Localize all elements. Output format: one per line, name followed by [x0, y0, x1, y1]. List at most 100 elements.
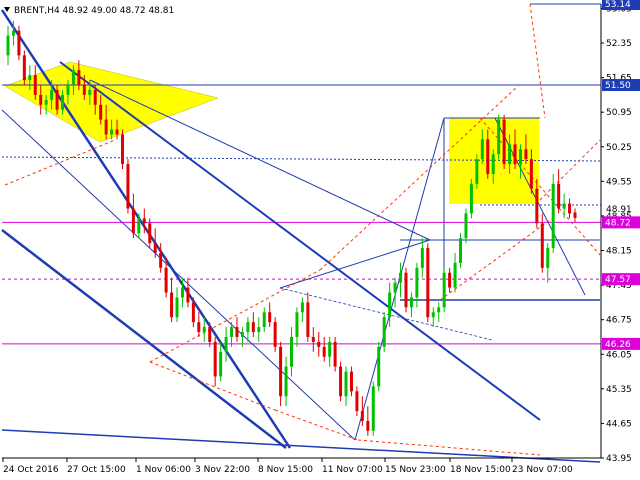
candle-body [453, 262, 457, 288]
x-tick-label: 8 Nov 15:00 [258, 465, 313, 475]
candle-body [371, 386, 375, 431]
candle-body [388, 292, 392, 318]
x-tick-label: 18 Nov 15:00 [450, 465, 511, 475]
candle-body [66, 85, 70, 95]
candle-body [186, 287, 190, 303]
candle-body [17, 30, 21, 56]
candle-body [442, 272, 446, 308]
candle-body [39, 94, 43, 105]
candle-body [120, 134, 124, 165]
candle-body [355, 391, 359, 412]
candle-body [284, 366, 288, 397]
candle-body [77, 70, 81, 86]
y-tick-label: 44.65 [606, 419, 632, 429]
price-level-label: 47.57 [605, 275, 631, 285]
candle-body [459, 238, 463, 263]
y-tick-label: 46.75 [606, 316, 632, 326]
candle-body [115, 129, 119, 135]
candle-body [518, 149, 522, 165]
candle-body [93, 89, 97, 105]
candle-body [208, 327, 212, 342]
candle-body [197, 322, 201, 333]
candle-body [230, 327, 234, 337]
candle-body [393, 282, 397, 293]
candle-body [311, 336, 315, 342]
candle-body [497, 119, 501, 155]
candle-body [464, 213, 468, 239]
candle-body [431, 312, 435, 318]
candle-body [448, 272, 452, 288]
candle-body [524, 149, 528, 160]
candle-body [279, 346, 283, 397]
candle-body [333, 341, 337, 367]
candle-body [240, 332, 244, 337]
candle-body [502, 119, 506, 165]
x-tick-label: 23 Nov 07:00 [512, 465, 573, 475]
candle-body [235, 327, 239, 337]
candle-body [540, 223, 544, 268]
candle-body [257, 327, 261, 333]
candle-body [322, 346, 326, 357]
candle-body [573, 212, 577, 218]
y-tick-label: 45.35 [606, 385, 632, 395]
candle-body [6, 35, 10, 56]
candle-body [268, 312, 272, 323]
candle-body [469, 183, 473, 214]
candle-body [562, 203, 566, 209]
chart-title: BRENT,H4 48.92 49.00 48.72 48.81 [14, 6, 174, 16]
candle-body [61, 94, 65, 110]
candle-body [164, 267, 168, 293]
y-tick-label: 52.35 [606, 39, 632, 49]
candle-body [508, 144, 512, 165]
candle-body [246, 322, 250, 333]
candle-body [535, 188, 539, 224]
candle-body [317, 341, 321, 347]
candle-body [202, 327, 206, 333]
candle-body [175, 297, 179, 318]
candle-body [50, 89, 54, 100]
price-level-label: 46.26 [605, 340, 631, 350]
candle-body [153, 243, 157, 253]
candle-body [437, 307, 441, 313]
y-tick-label: 48.15 [606, 247, 632, 257]
y-tick-label: 46.05 [606, 350, 632, 360]
candle-body [71, 70, 75, 86]
candle-body [415, 267, 419, 298]
candle-body [262, 312, 266, 328]
candle-body [339, 366, 343, 397]
candle-body [328, 341, 332, 357]
y-tick-label: 48.91 [606, 205, 632, 215]
candle-body [404, 272, 408, 308]
x-tick-label: 11 Nov 07:00 [322, 465, 383, 475]
candle-body [377, 346, 381, 387]
candle-body [491, 154, 495, 174]
price-level-label: 51.50 [605, 81, 631, 91]
candle-body [513, 144, 517, 165]
candle-body [142, 218, 146, 224]
candle-body [180, 287, 184, 298]
candle-body [349, 371, 353, 392]
candle-body [224, 336, 228, 352]
candle-body [159, 252, 163, 268]
candle-body [409, 297, 413, 308]
candle-body [366, 420, 370, 431]
candle-body [213, 341, 217, 377]
candle-body [44, 99, 48, 105]
candle-body [55, 89, 59, 110]
candle-body [382, 317, 386, 347]
candle-body [551, 183, 555, 249]
candle-body [11, 30, 15, 36]
candle-body [28, 75, 32, 81]
candle-body [568, 203, 572, 214]
candle-body [88, 89, 92, 95]
candle-body [148, 223, 152, 244]
x-tick-label: 15 Nov 23:00 [385, 465, 446, 475]
candle-body [99, 104, 103, 120]
price-level-label: 48.72 [605, 218, 631, 228]
y-tick-label: 49.55 [606, 177, 632, 187]
x-tick-label: 1 Nov 06:00 [136, 465, 191, 475]
candle-body [546, 248, 550, 268]
y-tick-label: 50.25 [606, 143, 632, 153]
candle-body [273, 322, 277, 347]
candle-body [426, 248, 430, 318]
